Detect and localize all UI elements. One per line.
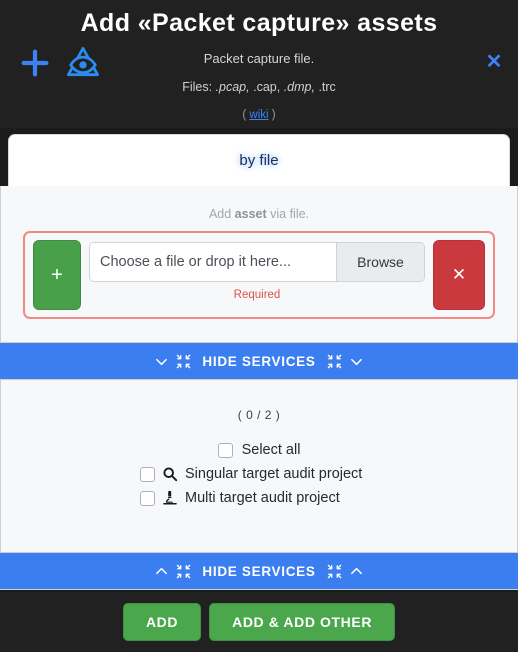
close-icon[interactable]: ✕ [482,50,506,74]
file-input[interactable]: Choose a file or drop it here... [90,243,336,281]
list-item[interactable]: Singular target audit project [1,466,517,482]
select-all-row[interactable]: Select all [1,442,517,458]
microscope-icon [163,490,177,505]
compress-arrows-icon [177,354,191,368]
add-and-add-other-button[interactable]: ADD & ADD OTHER [209,603,396,641]
service-checkbox-singular[interactable] [140,466,155,482]
file-input-group: Choose a file or drop it here... Browse [89,242,425,282]
header-icon-group [18,44,102,82]
compress-arrows-icon [327,564,341,578]
tab-by-file[interactable]: by file [229,148,288,173]
file-input-wrapper: Choose a file or drop it here... Browse … [89,240,425,310]
hide-services-bottom-right-icons [327,564,364,579]
asset-file-section: Add asset via file. + Choose a file or d… [0,186,518,342]
chevron-down-icon [156,358,168,365]
select-all-label: Select all [241,442,301,458]
files-prefix: Files: [182,80,213,94]
modal-header: Add «Packet capture» assets ✕ Packet cap… [0,0,518,128]
page-title: Add «Packet capture» assets [80,9,438,37]
compress-arrows-icon [177,564,191,578]
compress-arrows-icon [327,354,341,368]
magnifier-icon [163,467,178,482]
hide-services-label-top: HIDE SERVICES [202,353,316,369]
eye-in-triangle-icon[interactable] [64,44,102,82]
file-row: + Choose a file or drop it here... Brows… [23,231,495,319]
services-list: ( 0 / 2 ) Select all Singular target aud… [0,380,518,552]
add-file-row-button[interactable]: + [33,240,81,310]
plus-icon[interactable] [18,46,52,80]
hint-suffix: via file. [266,207,310,221]
remove-file-row-button[interactable]: ✕ [433,240,485,310]
service-checkbox-multi[interactable] [140,490,155,506]
hint-bold: asset [234,207,267,221]
modal-footer: ADD ADD & ADD OTHER [0,592,518,652]
service-label-multi: Multi target audit project [185,490,340,506]
file-ext-trc: .trc [318,80,336,94]
chevron-up-icon [156,567,168,574]
chevron-down-icon [350,358,362,365]
supported-files-line: Files: .pcap, .cap, .dmp, .trc [60,80,458,94]
hide-services-bar-top[interactable]: HIDE SERVICES [0,342,518,380]
services-counter: ( 0 / 2 ) [237,408,281,422]
hide-services-label-bottom: HIDE SERVICES [202,563,316,579]
modal-subtitle: Packet capture file. [203,51,315,66]
hide-services-bottom-left-icons [154,564,191,579]
file-ext-cap: .cap, [253,80,281,94]
add-asset-hint: Add asset via file. [1,186,517,221]
required-validation-message: Required [233,289,281,301]
add-button[interactable]: ADD [122,603,202,641]
file-ext-pcap: .pcap, [215,80,250,94]
wiki-link[interactable]: wiki [249,109,268,121]
chevron-up-icon [350,567,362,574]
wiki-line: ( wiki ) [0,109,518,121]
list-item[interactable]: Multi target audit project [1,490,517,506]
hide-services-left-icons [154,354,191,369]
hide-services-right-icons [327,354,364,369]
wiki-paren-close: ) [271,109,276,121]
hide-services-bar-bottom[interactable]: HIDE SERVICES [0,552,518,590]
file-ext-dmp: .dmp, [283,80,315,94]
hint-prefix: Add [208,207,235,221]
select-all-checkbox[interactable] [217,442,233,458]
wiki-paren-open: ( [242,109,247,121]
browse-button[interactable]: Browse [336,243,424,281]
tab-bar: by file [8,134,510,186]
service-label-singular: Singular target audit project [185,466,363,482]
